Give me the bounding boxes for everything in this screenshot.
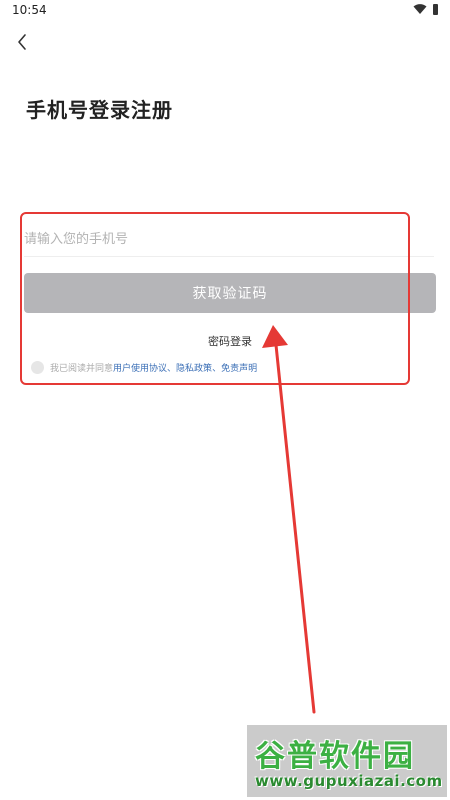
- watermark-title: 谷普软件园: [255, 739, 415, 774]
- user-agreement-link[interactable]: 用户使用协议: [113, 361, 167, 374]
- get-code-button[interactable]: 获取验证码: [24, 273, 436, 313]
- watermark: 谷普软件园 www.gupuxiazai.com: [247, 725, 447, 797]
- status-time: 10:54: [12, 3, 47, 17]
- password-login-link[interactable]: 密码登录: [0, 333, 450, 349]
- agreement-prefix: 我已阅读并同意: [50, 364, 114, 374]
- back-button[interactable]: [10, 30, 34, 54]
- agreement-separator: 、: [212, 364, 222, 374]
- phone-input[interactable]: [24, 222, 434, 257]
- agree-checkbox[interactable]: [31, 361, 44, 374]
- agreement-row: 我已阅读并同意 用户使用协议 、 隐私政策 、 免责声明: [31, 361, 257, 374]
- status-bar: 10:54: [0, 0, 450, 22]
- privacy-policy-link[interactable]: 隐私政策: [176, 361, 212, 374]
- agreement-separator: 、: [167, 364, 177, 374]
- chevron-left-icon: [18, 34, 26, 50]
- status-icons: [413, 3, 438, 15]
- disclaimer-link[interactable]: 免责声明: [221, 361, 257, 374]
- battery-icon: [433, 3, 438, 15]
- wifi-icon: [413, 4, 427, 14]
- page-title: 手机号登录注册: [26, 98, 173, 122]
- watermark-url: www.gupuxiazai.com: [255, 772, 443, 790]
